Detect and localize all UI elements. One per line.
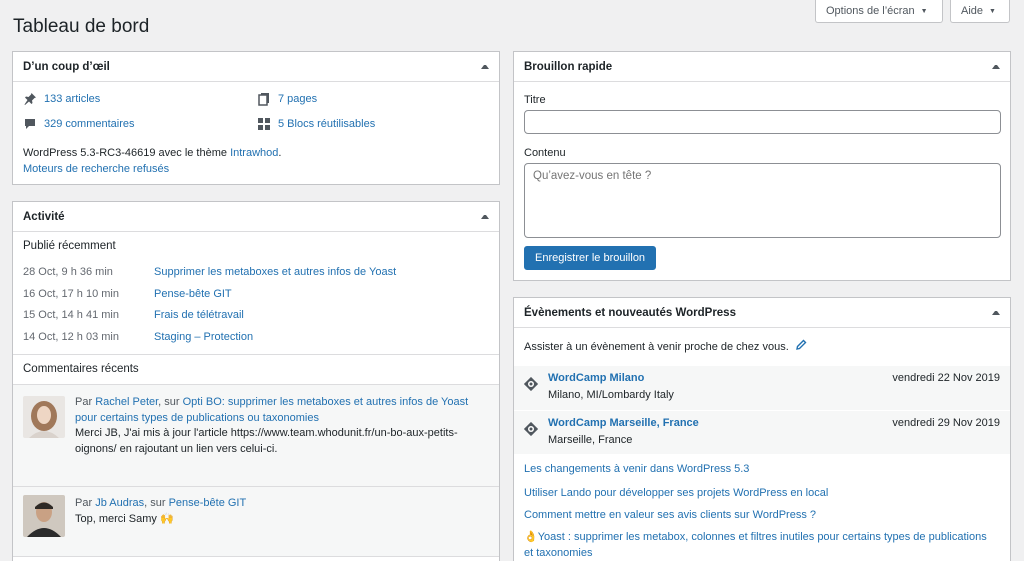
widget-header: Évènements et nouveautés WordPress bbox=[514, 298, 1010, 328]
comment-post-link[interactable]: Pense-bête GIT bbox=[169, 497, 247, 509]
events-news-widget: Évènements et nouveautés WordPress Assis… bbox=[513, 297, 1011, 561]
comment-author-link[interactable]: Rachel Peter bbox=[95, 396, 158, 408]
at-a-glance-widget: D’un coup d’œil 133 articles 7 pages 329… bbox=[12, 51, 500, 185]
help-tab[interactable]: Aide ▼ bbox=[950, 0, 1010, 23]
divider bbox=[13, 354, 499, 355]
widget-header: Activité bbox=[13, 202, 499, 232]
collapse-toggle-icon[interactable] bbox=[992, 310, 1000, 315]
pages-icon bbox=[257, 92, 271, 106]
post-date: 14 Oct, 12 h 03 min bbox=[23, 331, 119, 343]
posts-count-link[interactable]: 133 articles bbox=[44, 93, 100, 105]
screen-options-label: Options de l’écran bbox=[826, 5, 915, 17]
collapse-toggle-icon[interactable] bbox=[481, 64, 489, 69]
comment-by: Par bbox=[75, 396, 96, 408]
wordcamp-icon bbox=[523, 376, 539, 392]
content-label: Contenu bbox=[524, 147, 566, 159]
recent-comments-title: Commentaires récents bbox=[23, 363, 139, 375]
glance-posts[interactable]: 133 articles bbox=[23, 92, 100, 106]
post-date: 28 Oct, 9 h 36 min bbox=[23, 266, 113, 278]
blocks-icon bbox=[257, 117, 271, 131]
event-name-link[interactable]: WordCamp Marseille, France bbox=[548, 417, 699, 429]
events-intro: Assister à un évènement à venir proche d… bbox=[524, 339, 807, 354]
event-location: Milano, MI/Lombardy Italy bbox=[548, 389, 674, 401]
event-item: WordCamp Marseille, France Marseille, Fr… bbox=[514, 410, 1010, 454]
comment-item: Par Jb Audras, sur Pense-bête GIT Top, m… bbox=[13, 487, 499, 557]
avatar bbox=[23, 396, 65, 438]
list-item: 14 Oct, 12 h 03 min Staging – Protection bbox=[23, 331, 253, 343]
news-link[interactable]: Comment mettre en valeur ses avis client… bbox=[524, 507, 994, 523]
post-link[interactable]: Pense-bête GIT bbox=[154, 288, 232, 300]
news-link[interactable]: 👌Yoast : supprimer les metabox, colonnes… bbox=[524, 529, 994, 561]
comment-author-link[interactable]: Jb Audras bbox=[95, 497, 144, 509]
activity-widget: Activité Publié récemment 28 Oct, 9 h 36… bbox=[12, 201, 500, 561]
list-item: 15 Oct, 14 h 41 min Frais de télétravail bbox=[23, 309, 244, 321]
glance-blocks[interactable]: 5 Blocs réutilisables bbox=[257, 117, 375, 131]
search-engines-link[interactable]: Moteurs de recherche refusés bbox=[23, 163, 169, 175]
page-title: Tableau de bord bbox=[13, 16, 150, 37]
news-link[interactable]: Utiliser Lando pour développer ses proje… bbox=[524, 485, 994, 501]
post-link[interactable]: Frais de télétravail bbox=[154, 309, 244, 321]
post-date: 15 Oct, 14 h 41 min bbox=[23, 309, 119, 321]
caret-down-icon: ▼ bbox=[989, 7, 996, 15]
quick-draft-widget: Brouillon rapide Titre Contenu Enregistr… bbox=[513, 51, 1011, 281]
caret-down-icon: ▼ bbox=[920, 7, 928, 15]
widget-title: Brouillon rapide bbox=[524, 60, 613, 73]
widget-title: Évènements et nouveautés WordPress bbox=[524, 306, 736, 319]
list-item: 16 Oct, 17 h 10 min Pense-bête GIT bbox=[23, 288, 232, 300]
comments-count-link[interactable]: 329 commentaires bbox=[44, 118, 135, 130]
comment-item: Par Rachel Peter, sur Opti BO: supprimer… bbox=[13, 385, 499, 486]
pages-count-link[interactable]: 7 pages bbox=[278, 93, 317, 105]
comment-body: Par Jb Audras, sur Pense-bête GIT Top, m… bbox=[75, 496, 485, 527]
widget-title: D’un coup d’œil bbox=[23, 60, 110, 73]
draft-content-textarea[interactable] bbox=[524, 163, 1001, 238]
draft-title-input[interactable] bbox=[524, 110, 1001, 134]
comment-on: , sur bbox=[144, 497, 169, 509]
collapse-toggle-icon[interactable] bbox=[481, 214, 489, 219]
recently-published-title: Publié récemment bbox=[23, 240, 116, 252]
widget-header: D’un coup d’œil bbox=[13, 52, 499, 82]
event-location: Marseille, France bbox=[548, 434, 633, 446]
event-item: WordCamp Milano Milano, MI/Lombardy Ital… bbox=[514, 366, 1010, 410]
version-text: WordPress 5.3-RC3-46619 avec le thème bbox=[23, 147, 231, 159]
comment-bubble-icon bbox=[23, 117, 37, 131]
widget-header: Brouillon rapide bbox=[514, 52, 1010, 82]
event-date: vendredi 22 Nov 2019 bbox=[892, 372, 1000, 384]
glance-pages[interactable]: 7 pages bbox=[257, 92, 317, 106]
pushpin-icon bbox=[23, 92, 37, 106]
event-name-link[interactable]: WordCamp Milano bbox=[548, 372, 644, 384]
comment-by: Par bbox=[75, 497, 96, 509]
list-item: 28 Oct, 9 h 36 min Supprimer les metabox… bbox=[23, 266, 396, 278]
post-link[interactable]: Supprimer les metaboxes et autres infos … bbox=[154, 266, 396, 278]
theme-link[interactable]: Intrawhod bbox=[230, 147, 278, 159]
comment-on: , sur bbox=[158, 396, 183, 408]
comment-body: Par Rachel Peter, sur Opti BO: supprimer… bbox=[75, 395, 485, 457]
screen-options-tab[interactable]: Options de l’écran ▼ bbox=[815, 0, 943, 23]
title-label: Titre bbox=[524, 94, 546, 106]
news-link[interactable]: Les changements à venir dans WordPress 5… bbox=[524, 461, 994, 477]
wordcamp-icon bbox=[523, 421, 539, 437]
glance-comments[interactable]: 329 commentaires bbox=[23, 117, 135, 131]
help-label: Aide bbox=[961, 5, 984, 17]
avatar bbox=[23, 495, 65, 537]
collapse-toggle-icon[interactable] bbox=[992, 64, 1000, 69]
version-line: WordPress 5.3-RC3-46619 avec le thème In… bbox=[23, 145, 281, 161]
post-date: 16 Oct, 17 h 10 min bbox=[23, 288, 119, 300]
divider bbox=[13, 556, 499, 557]
event-date: vendredi 29 Nov 2019 bbox=[892, 417, 1000, 429]
save-draft-button[interactable]: Enregistrer le brouillon bbox=[524, 246, 657, 270]
comment-text: Top, merci Samy 🙌 bbox=[75, 512, 174, 525]
post-link[interactable]: Staging – Protection bbox=[154, 331, 253, 343]
pencil-icon[interactable] bbox=[795, 339, 807, 354]
version-suffix: . bbox=[278, 147, 282, 159]
blocks-count-link[interactable]: 5 Blocs réutilisables bbox=[278, 118, 375, 130]
comment-text: Merci JB, J'ai mis à jour l'article http… bbox=[75, 427, 458, 455]
events-intro-text: Assister à un évènement à venir proche d… bbox=[524, 340, 789, 353]
widget-title: Activité bbox=[23, 210, 65, 223]
version-info: WordPress 5.3-RC3-46619 avec le thème In… bbox=[23, 145, 281, 177]
